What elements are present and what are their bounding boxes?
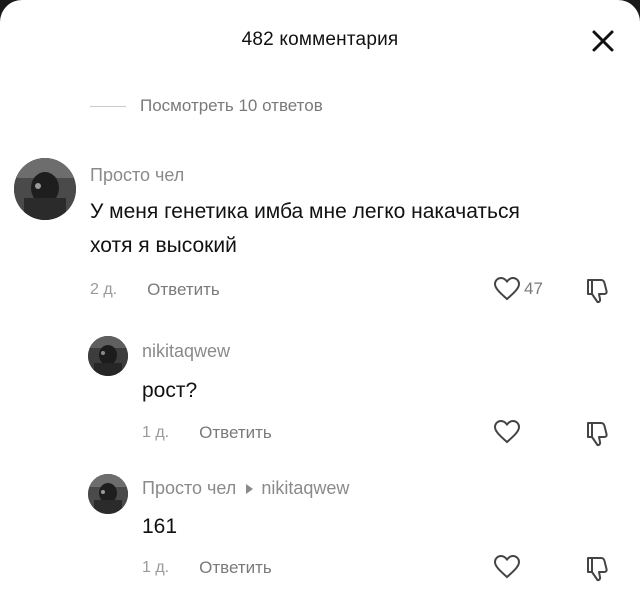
reply-button[interactable]: Ответить [199,423,272,443]
comment-username[interactable]: Просто чел [142,478,236,498]
like-button[interactable]: 47 [494,277,543,301]
comment-username[interactable]: Просто чел [90,165,184,186]
comment-meta: 1 д. Ответить [142,558,272,578]
dislike-button[interactable] [584,277,612,310]
dislike-button[interactable] [584,555,612,588]
dislike-button[interactable] [584,420,612,453]
divider-line [90,105,126,107]
like-button[interactable] [494,555,520,579]
comment-meta: 2 д. Ответить [90,280,220,300]
comment-username[interactable]: nikitaqwew [142,341,230,362]
comment-date: 1 д. [142,559,170,576]
view-replies-label: Посмотреть 10 ответов [140,96,323,115]
like-count: 47 [524,279,543,298]
comment-text: 161 [142,515,178,538]
close-icon [592,30,614,52]
reply-to-username[interactable]: nikitaqwew [261,478,349,498]
avatar[interactable] [14,158,76,220]
thumbs-down-icon [587,422,608,447]
avatar[interactable] [88,336,128,376]
comments-sheet: 482 комментария Посмотреть 10 ответов Пр… [0,0,640,594]
reply-button[interactable]: Ответить [199,558,272,578]
thumbs-down-icon [587,557,608,582]
comment-text-line-1: У меня генетика имба мне легко накачатьс… [90,200,520,223]
reply-arrow-icon [246,483,254,494]
heart-icon [494,555,520,579]
close-button[interactable] [590,28,616,54]
comment-text: рост? [142,379,198,402]
comments-count-title: 482 комментария [241,29,399,50]
comment-username-row: Просто чел nikitaqwew [142,478,349,499]
comment-text-line-2: хотя я высокий [90,234,237,257]
avatar[interactable] [88,474,128,514]
reply-button[interactable]: Ответить [147,280,220,300]
heart-icon [494,420,520,444]
comment-meta: 1 д. Ответить [142,423,272,443]
comment-date: 2 д. [90,281,118,298]
comment-date: 1 д. [142,424,170,441]
heart-icon [494,277,520,301]
thumbs-down-icon [587,279,608,304]
like-button[interactable] [494,420,520,444]
view-replies-button[interactable]: Посмотреть 10 ответов [90,92,323,120]
